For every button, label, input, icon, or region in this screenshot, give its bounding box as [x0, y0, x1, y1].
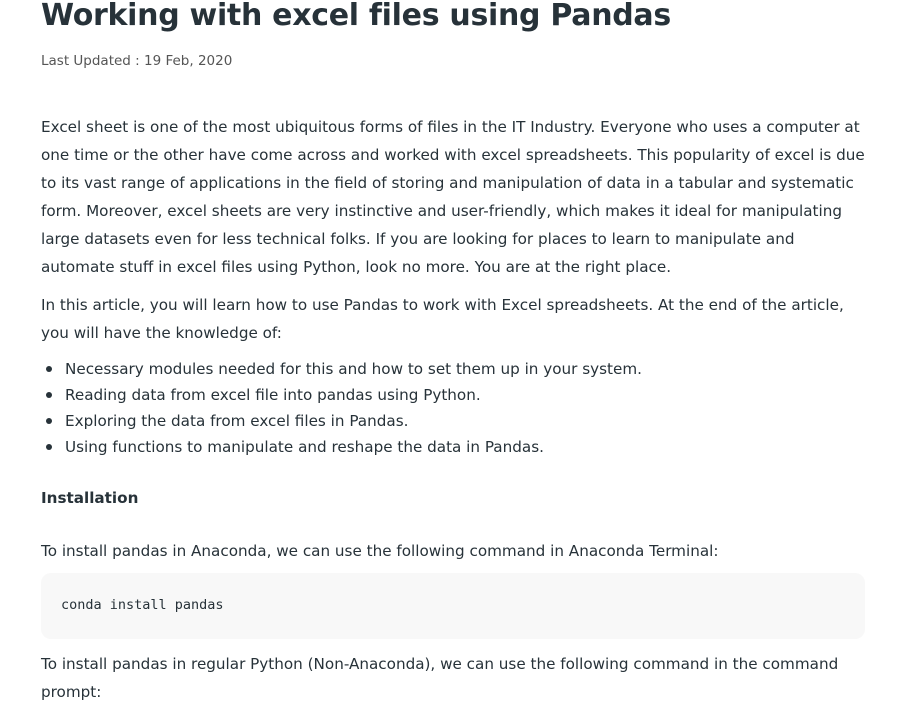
list-item: Using functions to manipulate and reshap…: [41, 434, 861, 460]
last-updated: Last Updated : 19 Feb, 2020: [41, 53, 233, 69]
list-item: Reading data from excel file into pandas…: [41, 382, 861, 408]
list-item: Exploring the data from excel files in P…: [41, 408, 861, 434]
list-item-text: Using functions to manipulate and reshap…: [65, 438, 544, 456]
installation-heading: Installation: [41, 489, 139, 507]
list-item-text: Necessary modules needed for this and ho…: [65, 360, 642, 378]
bullet-icon: [46, 392, 52, 398]
knowledge-list: Necessary modules needed for this and ho…: [41, 356, 861, 460]
knowledge-intro-paragraph: In this article, you will learn how to u…: [41, 296, 844, 342]
bullet-icon: [46, 444, 52, 450]
code-text[interactable]: conda install pandas: [61, 595, 224, 615]
list-item-text: Reading data from excel file into pandas…: [65, 386, 481, 404]
bullet-icon: [46, 366, 52, 372]
bullet-icon: [46, 418, 52, 424]
list-item-text: Exploring the data from excel files in P…: [65, 412, 409, 430]
code-block[interactable]: conda install pandas: [41, 573, 865, 639]
list-item: Necessary modules needed for this and ho…: [41, 356, 861, 382]
article-title: Working with excel files using Pandas: [41, 0, 671, 33]
intro-paragraph: Excel sheet is one of the most ubiquitou…: [41, 118, 865, 276]
anaconda-instruction: To install pandas in Anaconda, we can us…: [41, 542, 719, 560]
python-instruction: To install pandas in regular Python (Non…: [41, 655, 839, 701]
